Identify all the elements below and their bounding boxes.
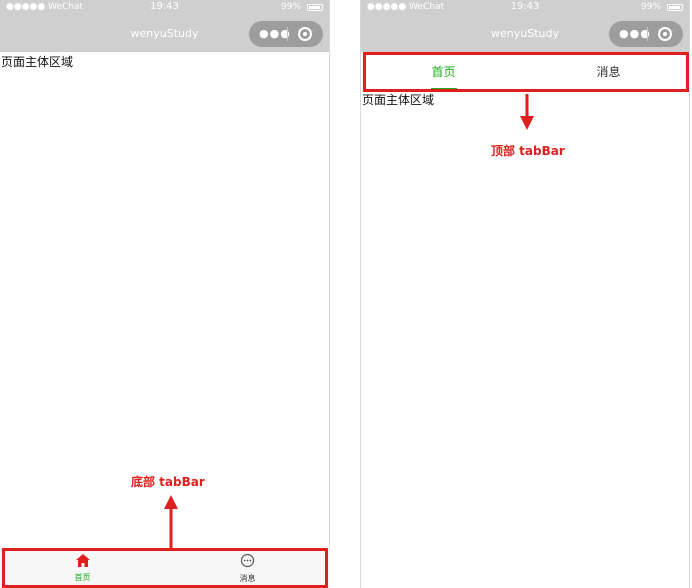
navigation-bar: wenyuStudy ●●● <box>361 16 689 52</box>
arrow-down-icon <box>520 94 534 130</box>
battery-icon <box>667 4 683 11</box>
bottom-tabbar-annotation: 底部 tabBar <box>131 475 205 489</box>
nav-title: wenyuStudy <box>491 27 559 40</box>
bottom-tabbar-highlight-frame <box>2 548 328 588</box>
carrier-label: ●●●●● WeChat <box>6 2 84 12</box>
status-bar: ●●●●● WeChat 19:43 99% <box>361 0 689 16</box>
page-main-text: 页面主体区域 <box>362 93 435 107</box>
target-icon[interactable] <box>658 27 672 41</box>
battery-percent: 99% <box>280 2 301 12</box>
status-time: 19:43 <box>150 1 179 12</box>
top-tabbar-highlight-frame <box>363 52 689 92</box>
capsule-menu: ●●● <box>249 21 323 47</box>
target-icon[interactable] <box>298 27 312 41</box>
capsule-menu: ●●● <box>609 21 683 47</box>
top-tabbar-annotation: 顶部 tabBar <box>491 144 565 158</box>
battery-percent: 99% <box>640 2 661 12</box>
arrow-up-icon <box>164 495 178 549</box>
battery-icon <box>307 4 323 11</box>
nav-title: wenyuStudy <box>130 27 199 40</box>
capsule-divider <box>647 27 648 41</box>
status-bar: ●●●●● WeChat 19:43 99% <box>0 0 329 16</box>
capsule-divider <box>287 27 288 41</box>
status-time: 19:43 <box>510 1 540 12</box>
carrier-label: ●●●●● WeChat <box>367 2 445 12</box>
navigation-bar: wenyuStudy ●●● <box>0 16 329 52</box>
page-main-text: 页面主体区域 <box>1 55 74 69</box>
